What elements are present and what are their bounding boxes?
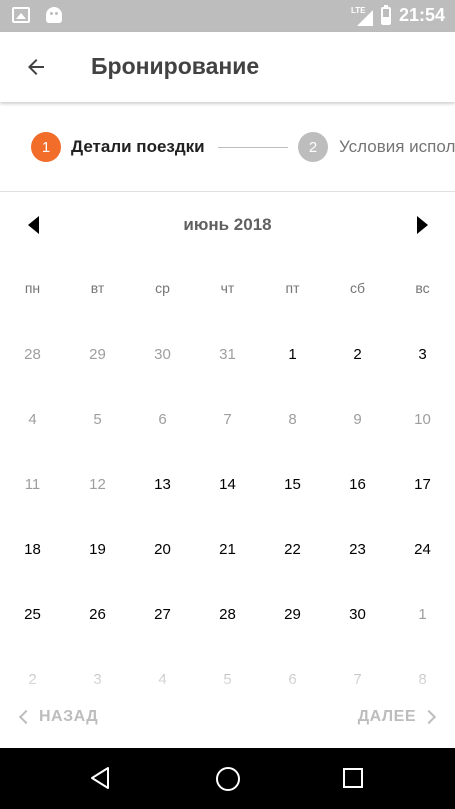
calendar-day[interactable]: 1: [260, 322, 325, 387]
triangle-right-icon: [416, 216, 428, 234]
calendar-day[interactable]: 2: [325, 322, 390, 387]
system-back-icon[interactable]: [87, 765, 113, 791]
system-home-icon[interactable]: [216, 767, 240, 791]
calendar-day[interactable]: 22: [260, 517, 325, 582]
calendar-day[interactable]: 3: [390, 322, 455, 387]
calendar-day-grid: 28 29 30 31 1 2 3 4 5 6 7 8 9 10 11 12 13 14 15 16 17 18 19 20 2…: [0, 322, 455, 712]
weekday-label: вс: [415, 280, 430, 296]
chevron-left-icon: [18, 709, 34, 725]
next-month-button[interactable]: [411, 214, 433, 236]
step-connector: [218, 147, 288, 148]
weekday-label: ср: [155, 280, 170, 296]
calendar-day: 30: [154, 346, 171, 363]
calendar-day: 12: [89, 476, 106, 493]
signal-icon: LTE: [351, 6, 373, 26]
wizard-footer: НАЗАД ДАЛЕЕ: [0, 700, 455, 748]
calendar-day: 7: [223, 411, 232, 428]
calendar-day: 5: [93, 411, 102, 428]
page-title: Бронирование: [91, 53, 260, 79]
calendar-day[interactable]: 25: [0, 582, 65, 647]
calendar-day: 4: [28, 411, 37, 428]
app-bar: Бронирование: [0, 32, 455, 102]
android-icon: [46, 7, 62, 23]
calendar-day[interactable]: 14: [195, 452, 260, 517]
calendar-day[interactable]: 19: [65, 517, 130, 582]
next-step-button[interactable]: ДАЛЕЕ: [358, 708, 437, 726]
calendar-day[interactable]: 17: [390, 452, 455, 517]
image-icon: [12, 7, 30, 23]
step-label: Условия испол: [339, 137, 455, 156]
calendar-day[interactable]: 15: [260, 452, 325, 517]
chevron-right-icon: [421, 709, 437, 725]
calendar-day: 11: [24, 476, 41, 493]
weekday-label: пн: [24, 280, 41, 296]
calendar-day: 29: [89, 346, 106, 363]
back-step-button[interactable]: НАЗАД: [18, 708, 98, 726]
calendar-day[interactable]: 18: [0, 517, 65, 582]
status-time: 21:54: [398, 5, 445, 25]
calendar-day: 31: [219, 346, 236, 363]
system-recents-icon[interactable]: [343, 768, 363, 788]
step-label: Детали поездки: [71, 137, 205, 156]
arrow-back-icon: [28, 59, 44, 75]
calendar-day: 10: [414, 411, 431, 428]
calendar-day[interactable]: 30: [325, 582, 390, 647]
calendar-day: 1: [418, 606, 427, 623]
weekday-label: вт: [90, 280, 105, 296]
calendar-day[interactable]: 24: [390, 517, 455, 582]
weekday-row: пн вт ср чт пт сб вс: [0, 280, 455, 302]
calendar-day: 6: [158, 411, 167, 428]
weekday-label: сб: [349, 280, 366, 296]
month-label: июнь 2018: [183, 215, 272, 234]
battery-icon: [380, 4, 391, 25]
calendar-day[interactable]: 16: [325, 452, 390, 517]
calendar-day: 9: [353, 411, 362, 428]
weekday-label: чт: [220, 280, 235, 296]
back-step-label: НАЗАД: [39, 708, 99, 725]
system-nav-bar: [0, 748, 455, 809]
next-step-label: ДАЛЕЕ: [357, 708, 416, 725]
weekday-label: пт: [285, 280, 300, 296]
network-label: LTE: [350, 5, 366, 15]
calendar-day: 8: [288, 411, 297, 428]
calendar-day[interactable]: 21: [195, 517, 260, 582]
step-number-badge: 1: [31, 132, 61, 162]
step-terms[interactable]: 2 Условия испол: [298, 132, 455, 162]
step-trip-details[interactable]: 1 Детали поездки: [31, 132, 205, 162]
booking-stepper: 1 Детали поездки 2 Условия испол: [0, 102, 455, 192]
calendar-day[interactable]: 26: [65, 582, 130, 647]
calendar-day[interactable]: 28: [195, 582, 260, 647]
calendar-day[interactable]: 20: [130, 517, 195, 582]
calendar-day: 28: [24, 346, 41, 363]
calendar-day[interactable]: 13: [130, 452, 195, 517]
calendar-day[interactable]: 29: [260, 582, 325, 647]
calendar-day[interactable]: 27: [130, 582, 195, 647]
calendar-header: июнь 2018: [0, 204, 455, 246]
back-button[interactable]: [18, 49, 54, 85]
step-number-badge: 2: [298, 132, 328, 162]
status-bar: LTE 21:54: [0, 0, 455, 32]
calendar-day[interactable]: 23: [325, 517, 390, 582]
